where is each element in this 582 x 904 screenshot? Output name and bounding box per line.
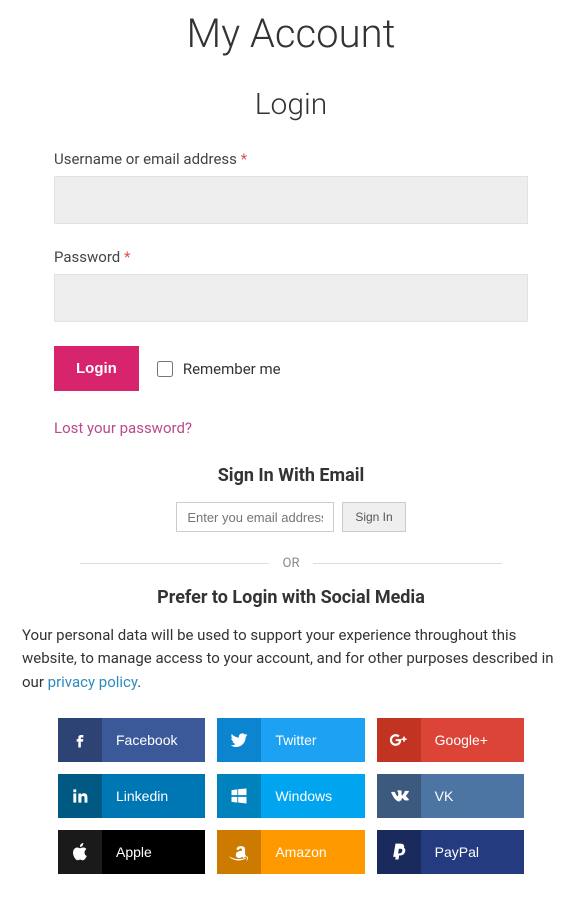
twitter-label: Twitter — [261, 732, 316, 748]
email-signin-heading: Sign In With Email — [20, 465, 562, 486]
facebook-icon — [58, 718, 102, 762]
remember-me-text: Remember me — [183, 360, 281, 378]
amazon-label: Amazon — [261, 844, 326, 860]
linkedin-icon — [58, 774, 102, 818]
username-label-text: Username or email address — [54, 150, 237, 168]
divider-text: OR — [283, 556, 300, 571]
password-input[interactable] — [54, 274, 528, 322]
vk-button[interactable]: VK — [377, 774, 524, 818]
facebook-label: Facebook — [102, 732, 177, 748]
page-title: My Account — [20, 10, 562, 57]
login-heading: Login — [20, 87, 562, 122]
email-signin-button[interactable]: Sign In — [342, 502, 405, 532]
required-marker: * — [124, 248, 130, 266]
password-label-text: Password — [54, 248, 120, 266]
divider-line-left — [80, 563, 269, 564]
twitter-icon — [217, 718, 261, 762]
privacy-text-after: . — [137, 673, 141, 691]
divider: OR — [20, 556, 562, 571]
remember-me-checkbox[interactable] — [157, 361, 173, 377]
password-label: Password * — [54, 248, 528, 266]
google-plus-button[interactable]: Google+ — [377, 718, 524, 762]
facebook-button[interactable]: Facebook — [58, 718, 205, 762]
paypal-button[interactable]: PayPal — [377, 830, 524, 874]
apple-label: Apple — [102, 844, 152, 860]
windows-button[interactable]: Windows — [217, 774, 364, 818]
privacy-policy-link[interactable]: privacy policy — [48, 673, 138, 691]
divider-line-right — [313, 563, 502, 564]
username-input[interactable] — [54, 176, 528, 224]
linkedin-button[interactable]: Linkedin — [58, 774, 205, 818]
google-plus-icon — [377, 718, 421, 762]
required-marker: * — [241, 150, 247, 168]
vk-label: VK — [421, 788, 454, 804]
amazon-button[interactable]: Amazon — [217, 830, 364, 874]
social-heading: Prefer to Login with Social Media — [20, 587, 562, 608]
privacy-text: Your personal data will be used to suppo… — [20, 624, 562, 694]
login-button[interactable]: Login — [54, 346, 139, 391]
vk-icon — [377, 774, 421, 818]
remember-me-label[interactable]: Remember me — [157, 360, 281, 378]
amazon-icon — [217, 830, 261, 874]
windows-icon — [217, 774, 261, 818]
paypal-icon — [377, 830, 421, 874]
email-signin-input[interactable] — [176, 502, 334, 532]
paypal-label: PayPal — [421, 844, 479, 860]
twitter-button[interactable]: Twitter — [217, 718, 364, 762]
social-grid: Facebook Twitter Google+ Linkedin Windows VK A… — [20, 718, 562, 874]
lost-password-link[interactable]: Lost your password? — [20, 419, 562, 437]
apple-button[interactable]: Apple — [58, 830, 205, 874]
linkedin-label: Linkedin — [102, 788, 168, 804]
windows-label: Windows — [261, 788, 332, 804]
apple-icon — [58, 830, 102, 874]
google-plus-label: Google+ — [421, 732, 488, 748]
username-label: Username or email address * — [54, 150, 528, 168]
